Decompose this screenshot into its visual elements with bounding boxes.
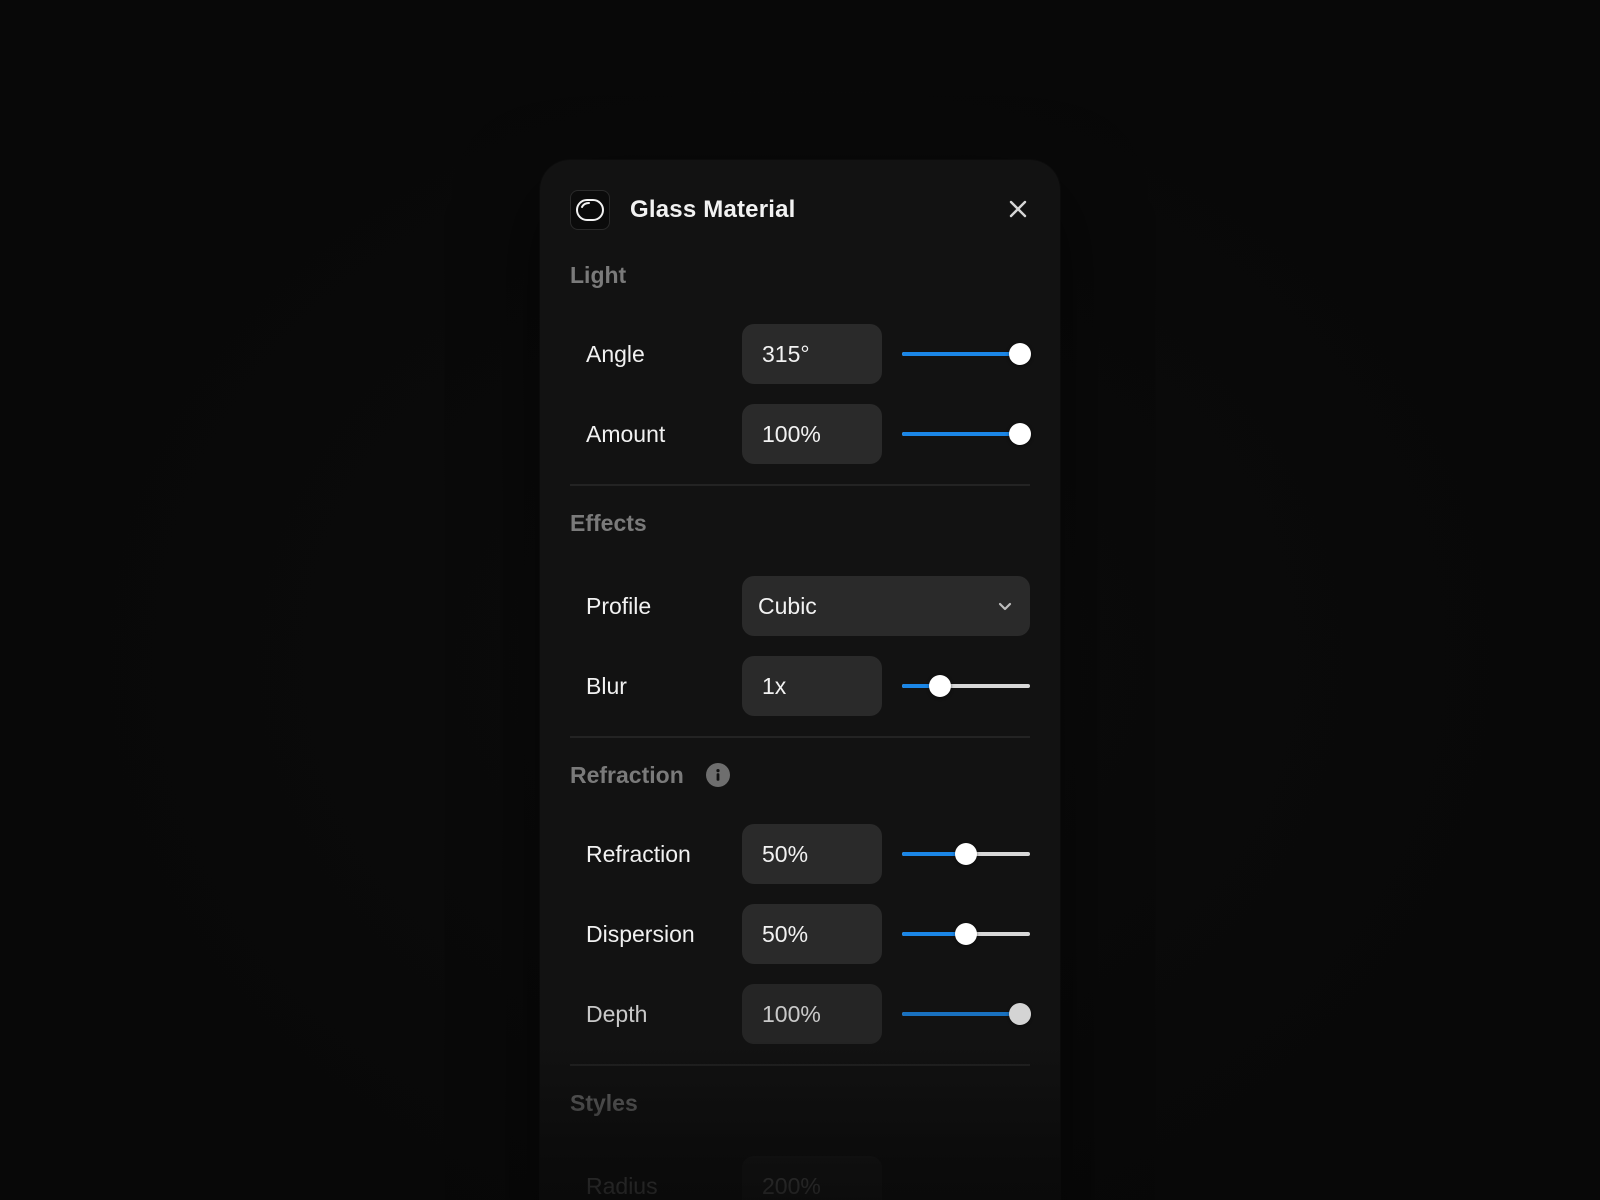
row-blur: Blur 1x	[570, 656, 1030, 716]
row-profile: Profile Cubic	[570, 576, 1030, 636]
angle-input[interactable]: 315°	[742, 324, 882, 384]
dispersion-slider[interactable]	[902, 922, 1030, 946]
angle-slider[interactable]	[902, 342, 1031, 366]
chevron-down-icon	[998, 602, 1012, 611]
angle-slider-thumb[interactable]	[1009, 343, 1031, 365]
row-refraction: Refraction 50%	[570, 824, 1030, 884]
amount-slider[interactable]	[902, 422, 1031, 446]
close-button[interactable]	[1006, 197, 1030, 221]
refraction-label: Refraction	[586, 840, 691, 867]
row-amount: Amount 100%	[570, 404, 1031, 464]
dispersion-input[interactable]: 50%	[742, 904, 882, 964]
panel-title: Glass Material	[630, 196, 796, 223]
depth-slider[interactable]	[902, 1002, 1031, 1026]
depth-slider-thumb[interactable]	[1009, 1003, 1031, 1025]
blur-label: Blur	[586, 672, 627, 699]
glass-material-panel: Glass Material Light Angle 315° Amount 1…	[540, 160, 1060, 1200]
section-title-styles: Styles	[570, 1090, 638, 1116]
radius-input[interactable]: 200%	[742, 1156, 882, 1200]
refraction-input[interactable]: 50%	[742, 824, 882, 884]
blur-input[interactable]: 1x	[742, 656, 882, 716]
amount-slider-thumb[interactable]	[1009, 423, 1031, 445]
close-icon	[1009, 200, 1027, 218]
row-dispersion: Dispersion 50%	[570, 904, 1030, 964]
row-angle: Angle 315°	[570, 324, 1031, 384]
profile-select[interactable]: Cubic	[742, 576, 1030, 636]
section-title-light: Light	[570, 262, 627, 288]
angle-label: Angle	[586, 340, 645, 367]
depth-label: Depth	[586, 1000, 648, 1027]
refraction-slider[interactable]	[902, 842, 1030, 866]
radius-label: Radius	[586, 1172, 658, 1199]
amount-input[interactable]: 100%	[742, 404, 882, 464]
profile-label: Profile	[586, 592, 652, 619]
info-icon[interactable]	[705, 763, 730, 787]
row-radius: Radius 200%	[570, 1156, 1030, 1200]
row-depth: Depth 100%	[570, 984, 1031, 1044]
glass-material-icon	[570, 190, 610, 230]
depth-input[interactable]: 100%	[742, 984, 882, 1044]
dispersion-label: Dispersion	[586, 920, 695, 947]
blur-slider[interactable]	[902, 674, 1030, 698]
section-title-effects: Effects	[570, 510, 647, 536]
section-title-refraction: Refraction	[570, 760, 1030, 790]
refraction-slider-thumb[interactable]	[955, 843, 977, 865]
blur-slider-thumb[interactable]	[929, 675, 951, 697]
dispersion-slider-thumb[interactable]	[955, 923, 977, 945]
amount-label: Amount	[586, 420, 666, 447]
profile-select-value: Cubic	[758, 593, 817, 619]
app-stage: Glass Material Light Angle 315° Amount 1…	[0, 0, 1600, 1200]
refraction-section-label: Refraction	[570, 762, 684, 788]
panel-header: Glass Material	[570, 160, 1030, 260]
